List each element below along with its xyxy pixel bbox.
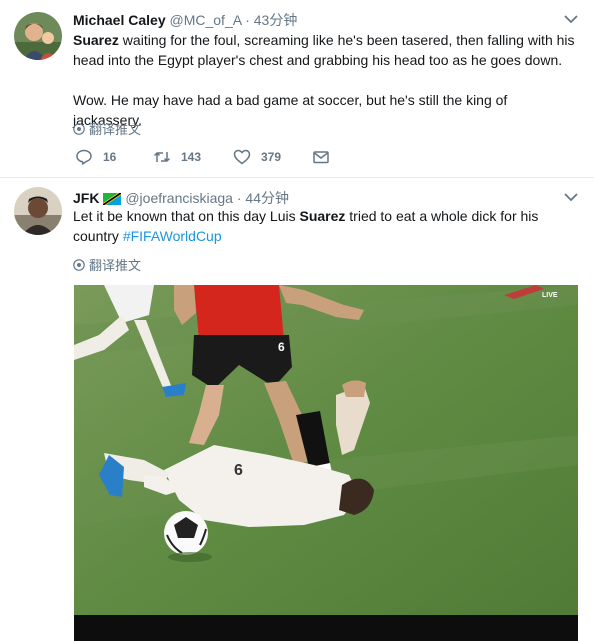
tweet-header: Michael Caley @MC_of_A · 43分钟 bbox=[73, 10, 297, 30]
globe-icon bbox=[73, 122, 85, 135]
tweet-actions: 16 143 379 bbox=[75, 148, 330, 166]
tweet-text: Let it be known that on this day Luis Su… bbox=[73, 206, 578, 246]
tweet[interactable]: Michael Caley @MC_of_A · 43分钟 Suarez wai… bbox=[0, 0, 594, 178]
retweet-count: 143 bbox=[181, 150, 202, 164]
separator: · bbox=[236, 190, 242, 206]
globe-icon bbox=[73, 258, 85, 271]
direct-message-button[interactable] bbox=[312, 148, 330, 166]
translate-label: 翻译推文 bbox=[89, 122, 142, 137]
svg-text:6: 6 bbox=[278, 340, 285, 354]
text-span: Let it be known that on this day Luis bbox=[73, 208, 300, 224]
display-name[interactable]: Michael Caley bbox=[73, 12, 166, 28]
retweet-button[interactable]: 143 bbox=[153, 148, 233, 166]
text-span: waiting for the foul, screaming like he'… bbox=[73, 32, 575, 68]
tweet-header: JFK @joefranciskiaga · 44分钟 bbox=[73, 188, 289, 208]
avatar[interactable] bbox=[14, 187, 62, 235]
retweet-icon bbox=[153, 152, 171, 162]
tweet-video[interactable]: 6 6 LIVE bbox=[74, 285, 578, 641]
translate-tweet-link[interactable]: 翻译推文 bbox=[73, 119, 141, 138]
reply-button[interactable]: 16 bbox=[75, 148, 153, 166]
like-button[interactable]: 379 bbox=[233, 148, 312, 166]
like-count: 379 bbox=[261, 150, 282, 164]
separator: · bbox=[245, 12, 250, 28]
hashtag-link[interactable]: #FIFAWorldCup bbox=[123, 228, 222, 244]
envelope-icon bbox=[313, 151, 329, 164]
translate-tweet-link[interactable]: 翻译推文 bbox=[73, 255, 141, 274]
tweet[interactable]: JFK @joefranciskiaga · 44分钟 Let it be kn… bbox=[0, 178, 594, 641]
user-handle[interactable]: @MC_of_A bbox=[170, 12, 242, 28]
bold-text: Suarez bbox=[73, 32, 119, 48]
heart-icon bbox=[233, 149, 251, 165]
translate-label: 翻译推文 bbox=[89, 258, 142, 273]
timestamp[interactable]: 44分钟 bbox=[245, 190, 289, 206]
live-badge: LIVE bbox=[542, 292, 558, 299]
tweet-text: Suarez waiting for the foul, screaming l… bbox=[73, 30, 578, 150]
chevron-down-icon[interactable] bbox=[564, 192, 578, 202]
text-paragraph: Wow. He may have had a bad game at socce… bbox=[73, 92, 508, 128]
reply-count: 16 bbox=[103, 150, 117, 164]
user-handle[interactable]: @joefranciskiaga bbox=[125, 190, 233, 206]
bold-text: Suarez bbox=[299, 208, 346, 224]
timestamp[interactable]: 43分钟 bbox=[254, 12, 298, 28]
tanzania-flag-icon bbox=[103, 193, 122, 205]
avatar[interactable] bbox=[14, 12, 62, 60]
chevron-down-icon[interactable] bbox=[564, 14, 578, 24]
display-name[interactable]: JFK bbox=[73, 190, 99, 206]
reply-icon bbox=[76, 149, 92, 165]
jersey-number: 6 bbox=[234, 462, 243, 479]
